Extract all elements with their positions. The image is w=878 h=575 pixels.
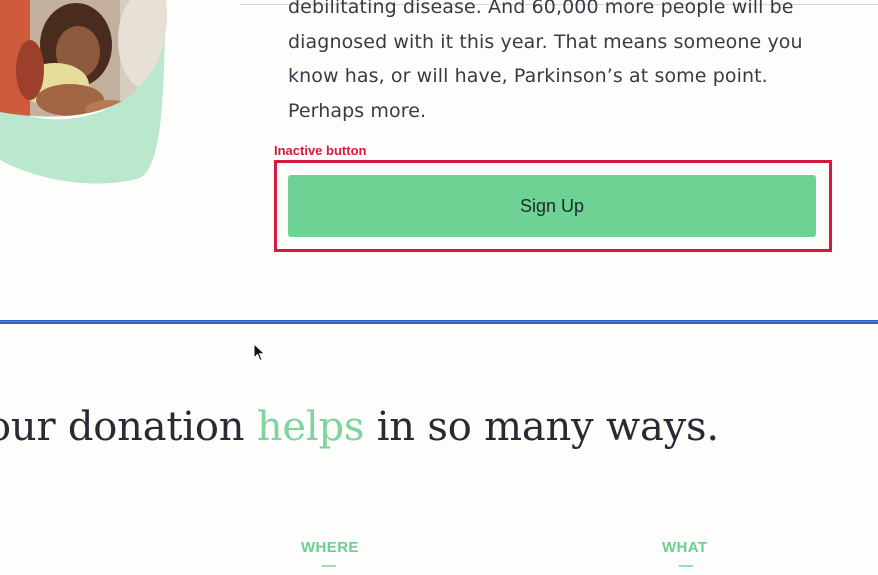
- arrow-cursor-icon: [253, 343, 266, 362]
- intro-line: diagnosed with it this year. That means …: [288, 30, 803, 53]
- intro-line: debilitating disease. And 60,000 more pe…: [288, 0, 794, 18]
- intro-line: Perhaps more.: [288, 99, 427, 122]
- headline-text: our donation: [0, 404, 257, 450]
- column-underline: [679, 565, 693, 567]
- intro-line: know has, or will have, Parkinson’s at s…: [288, 65, 768, 87]
- headline-highlight: helps: [256, 404, 365, 450]
- column-heading-where: WHERE: [301, 539, 359, 556]
- signup-section: debilitating disease. And 60,000 more pe…: [0, 0, 878, 322]
- sign-up-button[interactable]: Sign Up: [288, 175, 816, 237]
- section-divider: [0, 320, 878, 324]
- hero-photo: [0, 0, 167, 184]
- annotation-label: Inactive button: [274, 143, 367, 158]
- headline-text: in so many ways.: [364, 404, 719, 450]
- column-underline: [322, 565, 336, 567]
- donation-headline: our donation helps in so many ways.: [0, 404, 719, 450]
- column-heading-what: WHAT: [662, 539, 708, 556]
- intro-paragraph: debilitating disease. And 60,000 more pe…: [288, 0, 828, 128]
